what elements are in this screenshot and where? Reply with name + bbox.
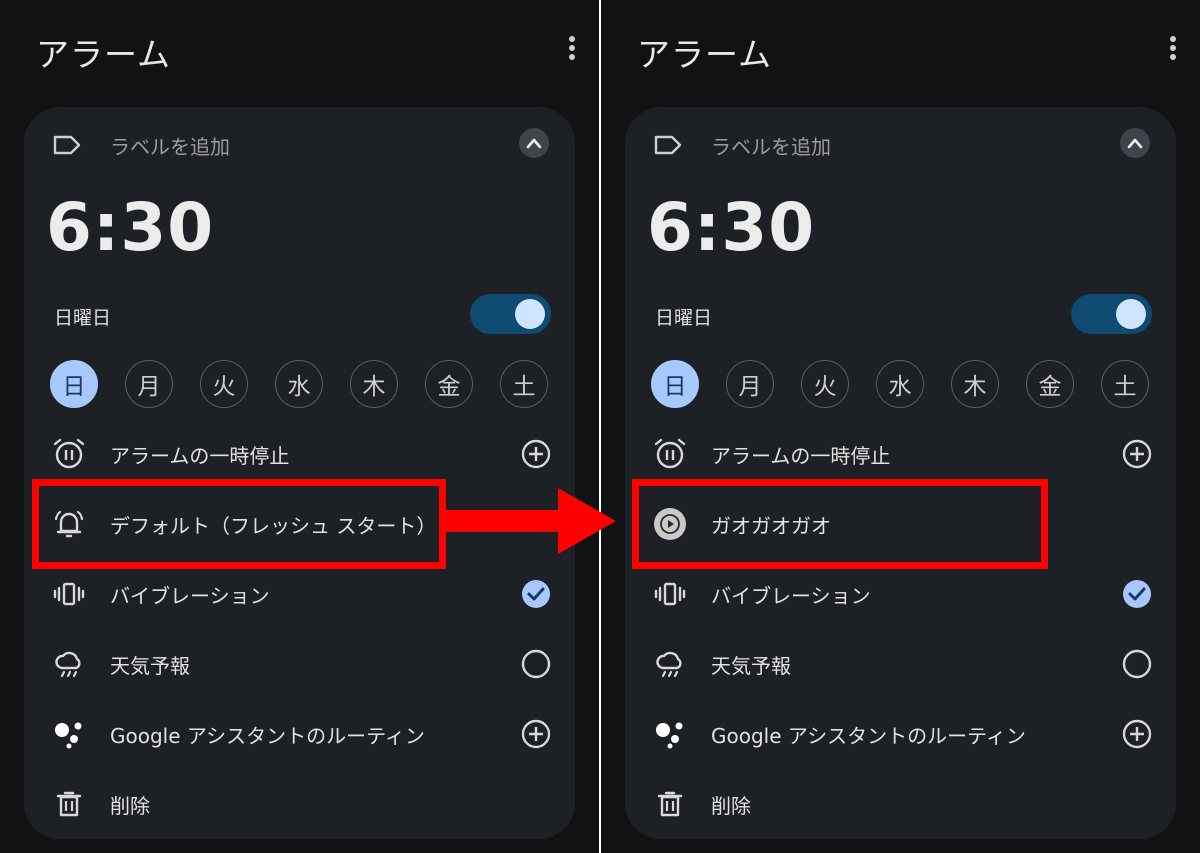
add-icon: [1122, 439, 1152, 469]
weather-icon: [656, 651, 682, 678]
play-icon: [654, 508, 686, 540]
delete-label: 削除: [110, 793, 150, 818]
delete-label: 削除: [711, 793, 751, 818]
circle-icon: [1122, 649, 1152, 679]
day-wed[interactable]: 水: [876, 360, 924, 408]
day-tue[interactable]: 火: [801, 360, 849, 408]
vibration-label: バイブレーション: [711, 583, 871, 608]
check-icon: [1123, 580, 1151, 608]
pause-add-button[interactable]: [1121, 438, 1153, 470]
delete-row[interactable]: 削除: [653, 782, 1153, 826]
repeat-day-label: 日曜日: [54, 307, 112, 329]
collapse-button[interactable]: [1120, 128, 1150, 158]
ringtone-row[interactable]: ガオガオガオ: [653, 502, 1153, 546]
assistant-add-button[interactable]: [1121, 718, 1153, 750]
alarm-time[interactable]: 6:30: [647, 189, 815, 266]
add-label-row[interactable]: ラベルを追加: [52, 127, 552, 163]
vibration-icon: [654, 582, 686, 606]
label-icon: [53, 135, 81, 155]
delete-row[interactable]: 削除: [52, 782, 552, 826]
repeat-day-label: 日曜日: [655, 307, 713, 329]
alarm-toggle[interactable]: [470, 294, 551, 334]
day-fri[interactable]: 金: [425, 360, 473, 408]
day-thu[interactable]: 木: [951, 360, 999, 408]
day-selector: 日 月 火 水 木 金 土: [50, 360, 550, 410]
arrow-annotation: [440, 488, 616, 554]
google-assistant-icon: [656, 722, 683, 749]
add-label-row[interactable]: ラベルを追加: [653, 127, 1153, 163]
day-tue[interactable]: 火: [200, 360, 248, 408]
chevron-up-icon: [526, 138, 542, 149]
ringtone-label: ガオガオガオ: [711, 513, 831, 538]
label-placeholder: ラベルを追加: [711, 134, 831, 159]
day-mon[interactable]: 月: [125, 360, 173, 408]
weather-checkbox[interactable]: [520, 648, 552, 680]
day-fri[interactable]: 金: [1026, 360, 1074, 408]
day-sat[interactable]: 土: [1101, 360, 1149, 408]
vibration-row[interactable]: バイブレーション: [52, 572, 552, 616]
circle-icon: [521, 649, 551, 679]
pause-alarm-label: アラームの一時停止: [711, 443, 891, 468]
vibration-icon: [53, 582, 85, 606]
weather-icon: [55, 651, 81, 678]
more-vert-icon[interactable]: [567, 36, 577, 64]
weather-label: 天気予報: [110, 653, 190, 678]
chevron-up-icon: [1127, 138, 1143, 149]
toggle-knob: [515, 299, 545, 329]
pause-alarm-row[interactable]: アラームの一時停止: [653, 432, 1153, 476]
vibration-label: バイブレーション: [110, 583, 270, 608]
label-placeholder: ラベルを追加: [110, 134, 230, 159]
alarm-time[interactable]: 6:30: [46, 189, 214, 266]
vibration-row[interactable]: バイブレーション: [653, 572, 1153, 616]
day-sat[interactable]: 土: [500, 360, 548, 408]
weather-checkbox[interactable]: [1121, 648, 1153, 680]
vibration-check[interactable]: [1121, 578, 1153, 610]
pause-alarm-icon: [53, 438, 85, 469]
pause-alarm-label: アラームの一時停止: [110, 443, 290, 468]
more-vert-icon[interactable]: [1168, 36, 1178, 64]
day-sun[interactable]: 日: [50, 360, 98, 408]
label-icon: [654, 135, 682, 155]
toggle-knob: [1116, 299, 1146, 329]
day-mon[interactable]: 月: [726, 360, 774, 408]
day-thu[interactable]: 木: [350, 360, 398, 408]
right-panel: アラーム ラベルを追加 6:30 日曜日 日 月 火 水 木 金 土 アラームの…: [601, 0, 1200, 853]
day-sun[interactable]: 日: [651, 360, 699, 408]
day-wed[interactable]: 水: [275, 360, 323, 408]
delete-icon: [56, 791, 82, 817]
weather-row[interactable]: 天気予報: [52, 642, 552, 686]
alarm-toggle[interactable]: [1071, 294, 1152, 334]
google-assistant-icon: [55, 722, 82, 749]
assistant-label: Google アシスタントのルーティン: [711, 723, 1026, 748]
day-selector: 日 月 火 水 木 金 土: [651, 360, 1151, 410]
app-title: アラーム: [637, 35, 773, 74]
ringtone-label: デフォルト（フレッシュ スタート）: [110, 513, 437, 538]
weather-row[interactable]: 天気予報: [653, 642, 1153, 686]
alarm-card: ラベルを追加 6:30 日曜日 日 月 火 水 木 金 土 アラームの一時停止 …: [625, 107, 1176, 839]
collapse-button[interactable]: [519, 128, 549, 158]
screen: アラーム ラベルを追加 6:30 日曜日 日 月 火 水 木 金 土 アラームの…: [0, 0, 1200, 853]
left-panel: アラーム ラベルを追加 6:30 日曜日 日 月 火 水 木 金 土 アラームの…: [0, 0, 599, 853]
assistant-row[interactable]: Google アシスタントのルーティン: [653, 712, 1153, 756]
delete-icon: [657, 791, 683, 817]
add-icon: [1122, 719, 1152, 749]
pause-alarm-row[interactable]: アラームの一時停止: [52, 432, 552, 476]
alarm-card: ラベルを追加 6:30 日曜日 日 月 火 水 木 金 土 アラームの一時停止 …: [24, 107, 575, 839]
bell-icon: [54, 510, 84, 538]
pause-alarm-icon: [654, 438, 686, 469]
assistant-row[interactable]: Google アシスタントのルーティン: [52, 712, 552, 756]
assistant-add-button[interactable]: [520, 718, 552, 750]
pause-add-button[interactable]: [520, 438, 552, 470]
check-icon: [522, 580, 550, 608]
app-title: アラーム: [36, 35, 172, 74]
add-icon: [521, 439, 551, 469]
vibration-check[interactable]: [520, 578, 552, 610]
add-icon: [521, 719, 551, 749]
weather-label: 天気予報: [711, 653, 791, 678]
assistant-label: Google アシスタントのルーティン: [110, 723, 425, 748]
